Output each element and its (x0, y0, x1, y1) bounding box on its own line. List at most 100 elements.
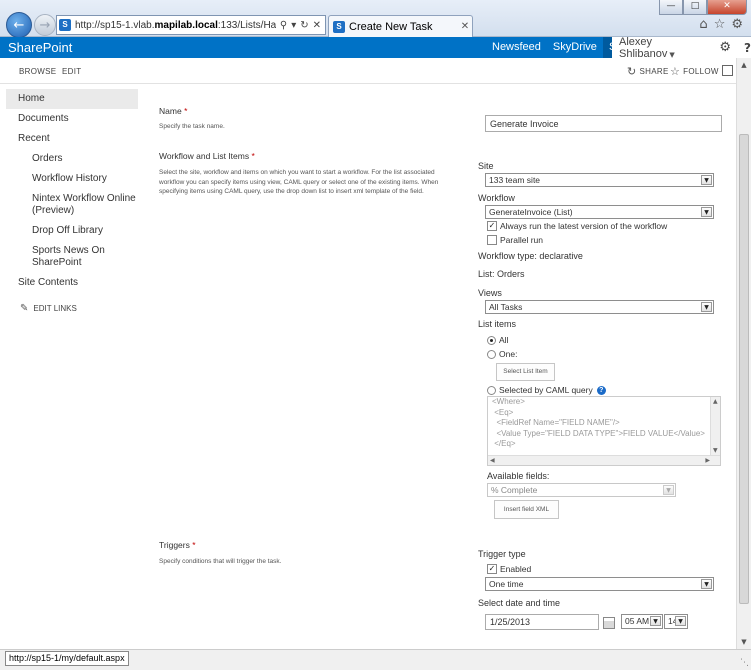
scrollbar-thumb[interactable] (739, 134, 749, 604)
nav-sports-news[interactable]: Sports News On SharePoint (6, 241, 138, 273)
radio-one[interactable]: One: (487, 349, 517, 359)
radio-empty-icon (487, 385, 496, 395)
favorites-star-icon[interactable]: ☆ (714, 17, 726, 32)
forward-arrow-icon: → (39, 17, 51, 33)
sharepoint-favicon-icon: S (59, 19, 71, 31)
nav-site-contents[interactable]: Site Contents (6, 273, 138, 293)
trigger-type-value: One time (489, 579, 524, 589)
address-tools: ⚲ ▾ ↻ ✕ (276, 20, 325, 31)
back-button[interactable]: ← (6, 12, 32, 38)
browser-tab[interactable]: S Create New Task ✕ (328, 15, 473, 37)
help-icon[interactable]: ? (744, 41, 751, 55)
available-fields-select[interactable]: % Complete ▼ (487, 483, 676, 497)
tab-close-icon[interactable]: ✕ (458, 21, 472, 32)
dropdown-arrow-icon[interactable]: ▾ (291, 20, 296, 31)
scroll-up-icon[interactable]: ▲ (737, 58, 751, 72)
minute-select[interactable]: 14 ▼ (664, 614, 688, 629)
user-menu[interactable]: Alexey Shlibanov ▼ (612, 36, 703, 60)
tab-browse[interactable]: BROWSE (19, 67, 56, 76)
page-content: Home Documents Recent Orders Workflow Hi… (0, 84, 736, 649)
edit-links-label: EDIT LINKS (33, 304, 77, 313)
skydrive-link[interactable]: SkyDrive (547, 37, 603, 58)
caml-vertical-scrollbar[interactable]: ▲ ▼ (710, 397, 720, 455)
browser-icons: ⌂ ☆ ⚙ (699, 17, 743, 32)
url-rest: :133/Lists/HarePoint%20Wo (217, 19, 276, 31)
close-window-button[interactable]: ✕ (707, 0, 747, 15)
chevron-down-icon: ▼ (701, 207, 712, 217)
settings-gear-icon[interactable]: ⚙ (719, 40, 731, 55)
newsfeed-link[interactable]: Newsfeed (486, 37, 547, 58)
radio-all[interactable]: All (487, 335, 508, 345)
trigger-type-select[interactable]: One time ▼ (485, 577, 714, 591)
address-url[interactable]: http://sp15-1.vlab.mapilab.local:133/Lis… (75, 20, 276, 31)
scroll-left-icon: ◀ (490, 457, 495, 464)
focus-on-content-icon[interactable] (722, 65, 733, 76)
caml-line: <Value Type="FIELD DATA TYPE">FIELD VALU… (492, 428, 705, 438)
enabled-checkbox[interactable]: ✓ Enabled (487, 564, 531, 574)
workflow-select[interactable]: GenerateInvoice (List) ▼ (485, 205, 714, 219)
page-vertical-scrollbar[interactable]: ▲ ▼ (736, 58, 751, 649)
insert-field-xml-button[interactable]: Insert field XML (494, 500, 559, 519)
views-select[interactable]: All Tasks ▼ (485, 300, 714, 314)
caml-query-textarea[interactable]: <Where> <Eq> <FieldRef Name="FIELD NAME"… (487, 396, 721, 466)
help-icon[interactable]: ? (596, 385, 606, 395)
quick-launch: Home Documents Recent Orders Workflow Hi… (6, 89, 138, 314)
scroll-up-icon: ▲ (713, 398, 718, 405)
tab-title: Create New Task (349, 20, 433, 33)
parallel-run-checkbox[interactable]: Parallel run (487, 235, 543, 245)
task-name-input[interactable]: Generate Invoice (485, 115, 722, 132)
select-list-item-button[interactable]: Select List Item (496, 363, 555, 381)
follow-label: FOLLOW (683, 67, 719, 76)
caml-line: </Eq> (492, 439, 516, 448)
address-bar[interactable]: S http://sp15-1.vlab.mapilab.local:133/L… (56, 15, 326, 35)
edit-links-button[interactable]: ✎ EDIT LINKS (6, 303, 138, 314)
nav-drop-off-library[interactable]: Drop Off Library (6, 221, 138, 241)
minimize-button[interactable]: — (659, 0, 683, 15)
status-bar: http://sp15-1/my/default.aspx ⋱ (0, 649, 751, 670)
search-icon[interactable]: ⚲ (280, 20, 287, 31)
refresh-icon[interactable]: ↻ (300, 20, 308, 31)
radio-selected-icon (487, 335, 496, 345)
follow-button[interactable]: ☆ FOLLOW (670, 65, 719, 78)
nav-workflow-history[interactable]: Workflow History (6, 169, 138, 189)
back-arrow-icon: ← (13, 17, 25, 33)
triggers-title-text: Triggers (159, 540, 190, 550)
date-input[interactable]: 1/25/2013 (485, 614, 599, 630)
share-button[interactable]: ↻ SHARE (627, 65, 669, 78)
calendar-icon[interactable] (603, 617, 615, 629)
settings-gear-icon[interactable]: ⚙ (731, 17, 743, 32)
caml-line: <Where> (492, 397, 525, 406)
pencil-icon: ✎ (20, 303, 29, 314)
hour-select[interactable]: 05 AM ▼ (621, 614, 663, 629)
home-icon[interactable]: ⌂ (699, 17, 707, 32)
forward-button[interactable]: → (34, 14, 56, 36)
caml-horizontal-scrollbar[interactable]: ◀ ▶ (488, 455, 720, 465)
browser-toolbar: — □ ✕ ← → S http://sp15-1.vlab.mapilab.l… (0, 0, 751, 38)
site-select[interactable]: 133 team site ▼ (485, 173, 714, 187)
radio-caml[interactable]: Selected by CAML query? (487, 385, 606, 395)
datetime-label: Select date and time (478, 598, 561, 608)
resize-grip-icon[interactable]: ⋱ (740, 658, 749, 668)
tab-edit[interactable]: EDIT (62, 67, 81, 76)
maximize-button[interactable]: □ (683, 0, 707, 15)
chevron-down-icon: ▼ (701, 579, 712, 589)
nav-recent[interactable]: Recent (6, 129, 138, 149)
checkbox-checked-icon: ✓ (487, 564, 497, 574)
site-label: Site (478, 161, 494, 171)
chevron-down-icon: ▼ (675, 616, 686, 626)
workflow-type: Workflow type: declarative (478, 251, 583, 261)
nav-orders[interactable]: Orders (6, 149, 138, 169)
nav-home[interactable]: Home (6, 89, 138, 109)
sharepoint-brand[interactable]: SharePoint (8, 40, 72, 55)
nav-documents[interactable]: Documents (6, 109, 138, 129)
nav-nintex-workflow[interactable]: Nintex Workflow Online (Preview) (6, 189, 138, 221)
chevron-down-icon: ▼ (701, 175, 712, 185)
radio-one-label: One: (499, 349, 518, 359)
scroll-down-icon[interactable]: ▼ (737, 635, 751, 649)
available-fields-value: % Complete (491, 485, 538, 495)
stop-icon[interactable]: ✕ (313, 20, 321, 31)
always-latest-checkbox[interactable]: ✓ Always run the latest version of the wo… (487, 221, 667, 231)
views-value: All Tasks (489, 302, 523, 312)
workflow-label: Workflow (478, 193, 515, 203)
always-latest-label: Always run the latest version of the wor… (500, 221, 668, 231)
